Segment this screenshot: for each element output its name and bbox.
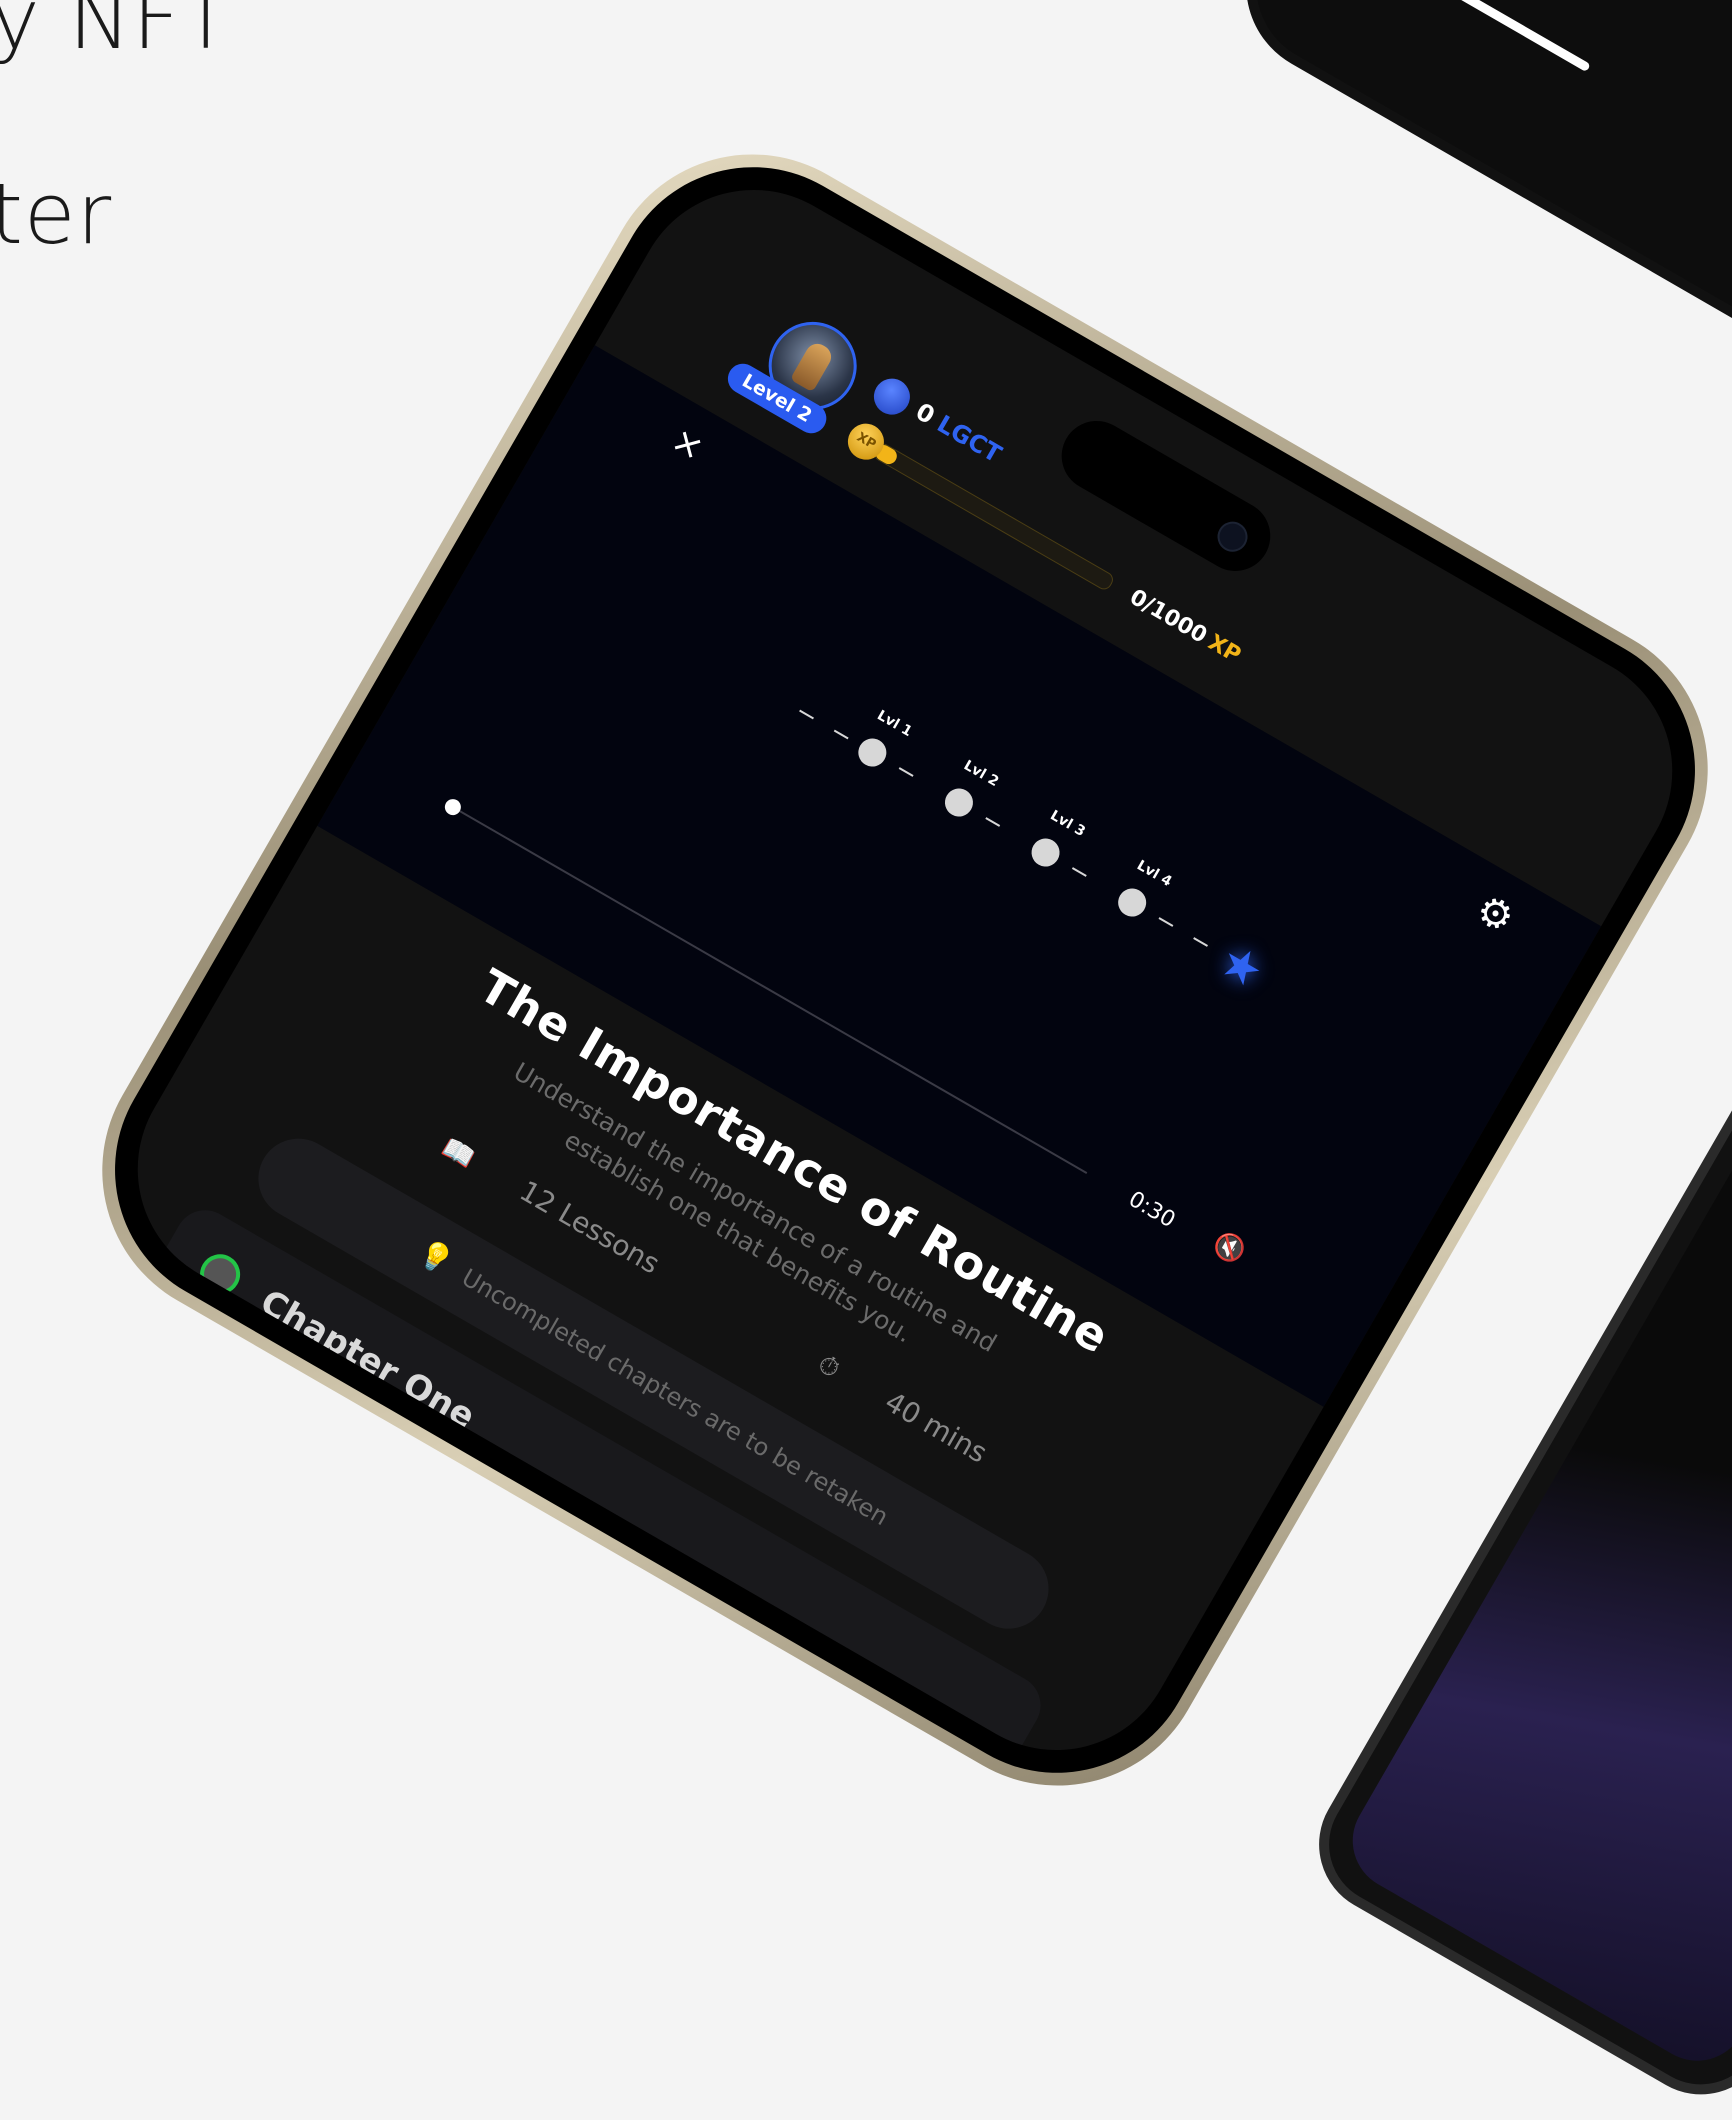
- xp-unit: XP: [1203, 630, 1245, 669]
- level-node-4: [1113, 883, 1152, 922]
- background-heading-line2: ter: [0, 165, 113, 263]
- token-unit: LGCT: [932, 409, 1007, 469]
- level-dash: [1193, 937, 1209, 947]
- level-label-4: Lvl 4: [1134, 857, 1175, 891]
- video-time: 0:30: [1124, 1186, 1180, 1234]
- level-dash: [833, 729, 849, 740]
- level-dash: [898, 767, 914, 777]
- lightbulb-icon: 💡: [412, 1234, 460, 1281]
- goal-star-icon: ★: [1210, 932, 1274, 1000]
- level-dash: [1158, 917, 1174, 927]
- token-balance: 0LGCT: [911, 397, 1006, 468]
- xp-balance: 0/1000XP: [1125, 585, 1245, 668]
- background-heading-line1: y NFT: [0, 0, 233, 68]
- level-label-3: Lvl 3: [1047, 807, 1088, 841]
- lesson-label: Lesson Three: [107, 1628, 246, 1724]
- lesson-name: Connect the: [93, 1657, 261, 1780]
- timer-icon: ⏱: [812, 1348, 845, 1386]
- lesson-timeline-dot: [144, 1372, 169, 1397]
- phone-screen: × ⚙ Lvl 1 Lvl 2 Lvl 3 Lvl 4 ★ 0:30 🔇 Lev…: [93, 146, 1717, 1794]
- mute-icon[interactable]: 🔇: [1208, 1227, 1251, 1269]
- lesson-timeline-dot: [93, 1493, 99, 1518]
- lesson-item[interactable]: Lesson Three Connect the: [93, 1587, 834, 1794]
- level-label-1: Lvl 1: [874, 707, 915, 741]
- chapter-timeline: [93, 1292, 210, 1675]
- level-dash: [985, 817, 1001, 827]
- lesson-name: Dealing with poor planning: [225, 1415, 594, 1649]
- lesson-label: Lesson Two: [177, 1507, 297, 1591]
- camera-lens: [1212, 516, 1254, 558]
- token-coin-icon: [867, 372, 917, 422]
- level-node-1: [853, 733, 892, 772]
- settings-gear-icon[interactable]: ⚙: [1468, 886, 1522, 944]
- level-dash: [799, 709, 814, 720]
- level-node-2: [939, 783, 979, 822]
- close-button[interactable]: ×: [660, 418, 715, 473]
- avatar-figure: [789, 339, 836, 393]
- level-node-3: [1026, 833, 1065, 872]
- lesson-name: Finding a Pattern: [155, 1536, 392, 1694]
- level-label-2: Lvl 2: [960, 757, 1002, 791]
- video-progress-handle[interactable]: [441, 796, 464, 819]
- home-indicator: [1421, 0, 1591, 73]
- course-duration-text: 40 mins: [879, 1385, 993, 1470]
- lesson-item[interactable]: Lesson One Dealing with poor planning ^: [171, 1345, 974, 1794]
- secondary-phone-top: [1213, 0, 1732, 379]
- xp-amount: 0/1000: [1125, 584, 1212, 649]
- level-track: Lvl 1 Lvl 2 Lvl 3 Lvl 4 ★: [782, 672, 1274, 1001]
- token-amount: 0: [911, 397, 940, 430]
- expand-chevron-icon[interactable]: ^: [855, 1762, 924, 1794]
- book-icon: 📖: [436, 1132, 480, 1175]
- level-dash: [1071, 867, 1087, 877]
